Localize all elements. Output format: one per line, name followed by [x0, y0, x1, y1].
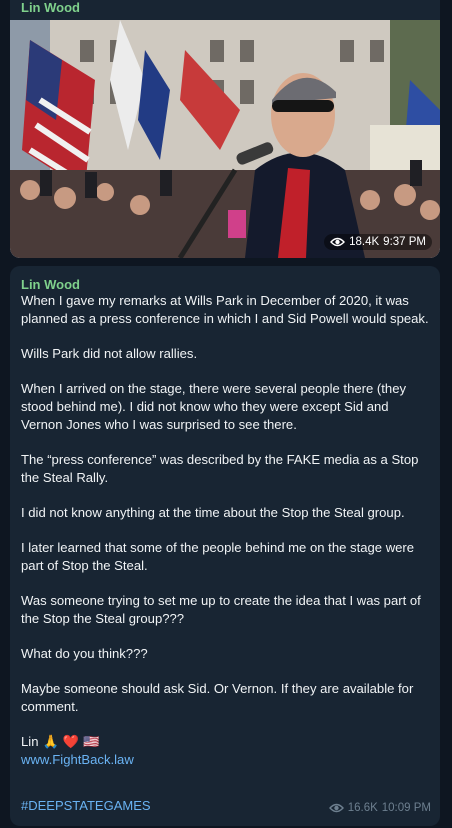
photo-meta: 18.4K 9:37 PM	[324, 234, 432, 250]
author-name[interactable]: Lin Wood	[21, 0, 80, 15]
paragraph: The “press conference” was described by …	[21, 452, 419, 485]
signature: Lin 🙏 ❤️ 🇺🇸	[21, 733, 433, 751]
paragraph: Was someone trying to set me up to creat…	[21, 593, 421, 626]
hashtag-link[interactable]: #DEEPSTATEGAMES	[21, 798, 151, 813]
message-meta: 16.6K 10:09 PM	[328, 802, 431, 814]
us-flag-emoji: 🇺🇸	[83, 734, 100, 749]
paragraph: What do you think???	[21, 646, 148, 661]
message-text: When I gave my remarks at Wills Park in …	[21, 292, 433, 769]
eye-icon	[328, 803, 344, 813]
red-heart-emoji: ❤️	[62, 734, 80, 749]
rally-photo-illustration	[10, 20, 440, 258]
paragraph: When I gave my remarks at Wills Park in …	[21, 293, 429, 326]
eye-icon	[330, 237, 346, 247]
post-time: 9:37 PM	[383, 236, 426, 248]
signature-name: Lin	[21, 734, 39, 749]
paragraph: Wills Park did not allow rallies.	[21, 346, 198, 361]
paragraph: I did not know anything at the time abou…	[21, 505, 405, 520]
paragraph: Maybe someone should ask Sid. Or Vernon.…	[21, 681, 414, 714]
praying-hands-emoji: 🙏	[42, 734, 59, 749]
message-bubble-1[interactable]: Lin Wood 18.4K 9:37 PM	[10, 0, 440, 258]
fightback-link[interactable]: www.FightBack.law	[21, 751, 433, 769]
paragraph: When I arrived on the stage, there were …	[21, 381, 407, 432]
message-photo[interactable]: 18.4K 9:37 PM	[10, 20, 440, 258]
message-bubble-2[interactable]: Lin Wood When I gave my remarks at Wills…	[10, 266, 440, 826]
post-time: 10:09 PM	[381, 802, 431, 814]
view-count: 18.4K	[349, 236, 380, 248]
paragraph: I later learned that some of the people …	[21, 540, 415, 573]
view-count: 16.6K	[347, 802, 378, 814]
author-name[interactable]: Lin Wood	[21, 277, 80, 292]
